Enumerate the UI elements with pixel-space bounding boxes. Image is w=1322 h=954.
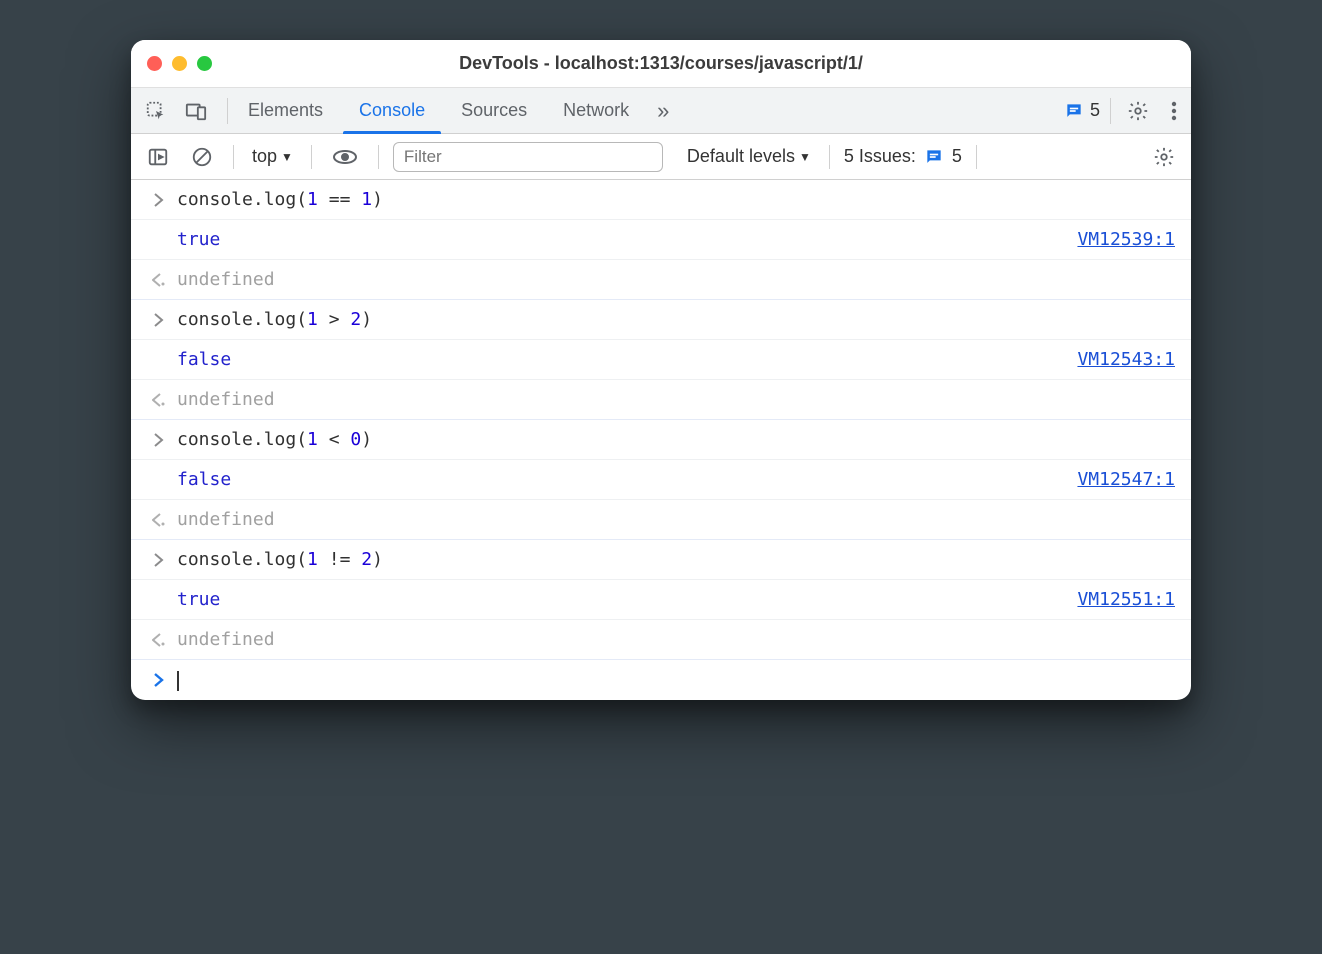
issues-count: 5: [952, 146, 962, 167]
chevron-down-icon: ▼: [281, 150, 293, 164]
log-levels-selector[interactable]: Default levels ▼: [683, 142, 815, 171]
return-arrow-icon: [147, 633, 171, 647]
messages-indicator[interactable]: 5: [1064, 100, 1100, 121]
window-title: DevTools - localhost:1313/courses/javasc…: [131, 53, 1191, 74]
tabbar-left-icons: [139, 94, 223, 128]
console-settings-icon[interactable]: [1147, 140, 1181, 174]
separator: [829, 145, 830, 169]
console-row-input: console.log(1 != 2): [131, 540, 1191, 580]
console-row-result: falseVM12543:1: [131, 340, 1191, 380]
source-link[interactable]: VM12539:1: [1077, 229, 1175, 250]
message-icon: [1064, 101, 1084, 121]
console-row-result: trueVM12539:1: [131, 220, 1191, 260]
row-content: console.log(1 != 2): [171, 549, 1175, 570]
row-content: console.log(1 == 1): [171, 189, 1175, 210]
console-row-result: falseVM12547:1: [131, 460, 1191, 500]
console-row-input: console.log(1 == 1): [131, 180, 1191, 220]
live-expression-icon[interactable]: [326, 140, 364, 174]
close-window-button[interactable]: [147, 56, 162, 71]
minimize-window-button[interactable]: [172, 56, 187, 71]
console-row-result: trueVM12551:1: [131, 580, 1191, 620]
console-toolbar: top ▼ Default levels ▼ 5 Issues: 5: [131, 134, 1191, 180]
tab-elements[interactable]: Elements: [232, 88, 339, 133]
tab-console[interactable]: Console: [343, 88, 441, 133]
return-arrow-icon: [147, 513, 171, 527]
tabs: Elements Console Sources Network »: [232, 88, 677, 133]
source-link[interactable]: VM12543:1: [1077, 349, 1175, 370]
console-prompt[interactable]: [131, 660, 1191, 700]
filter-input[interactable]: [393, 142, 663, 172]
console-row-return: undefined: [131, 260, 1191, 300]
message-icon: [924, 147, 944, 167]
maximize-window-button[interactable]: [197, 56, 212, 71]
chevron-down-icon: ▼: [799, 150, 811, 164]
row-content: true: [171, 229, 1077, 250]
inspect-icon[interactable]: [139, 94, 173, 128]
device-toolbar-icon[interactable]: [179, 94, 213, 128]
return-arrow-icon: [147, 273, 171, 287]
tabbar: Elements Console Sources Network » 5: [131, 88, 1191, 134]
traffic-lights: [147, 56, 212, 71]
tab-network[interactable]: Network: [547, 88, 645, 133]
issues-indicator[interactable]: 5 Issues: 5: [844, 146, 962, 167]
row-content: console.log(1 > 2): [171, 309, 1175, 330]
input-arrow-icon: [147, 433, 171, 447]
separator: [233, 145, 234, 169]
context-label: top: [252, 146, 277, 167]
row-content: undefined: [171, 269, 1175, 290]
row-content: true: [171, 589, 1077, 610]
console-row-return: undefined: [131, 500, 1191, 540]
issues-label: 5 Issues:: [844, 146, 916, 167]
sidebar-toggle-icon[interactable]: [141, 140, 175, 174]
separator: [311, 145, 312, 169]
prompt-input[interactable]: [171, 670, 1175, 691]
separator: [976, 145, 977, 169]
divider: [227, 98, 228, 124]
messages-count: 5: [1090, 100, 1100, 121]
source-link[interactable]: VM12547:1: [1077, 469, 1175, 490]
divider: [1110, 98, 1111, 124]
row-content: false: [171, 349, 1077, 370]
source-link[interactable]: VM12551:1: [1077, 589, 1175, 610]
console-row-return: undefined: [131, 620, 1191, 660]
console-output: console.log(1 == 1)trueVM12539:1undefine…: [131, 180, 1191, 700]
input-arrow-icon: [147, 193, 171, 207]
console-row-input: console.log(1 > 2): [131, 300, 1191, 340]
row-content: undefined: [171, 629, 1175, 650]
tab-sources[interactable]: Sources: [445, 88, 543, 133]
kebab-menu-icon[interactable]: [1165, 94, 1183, 128]
row-content: false: [171, 469, 1077, 490]
row-content: console.log(1 < 0): [171, 429, 1175, 450]
titlebar: DevTools - localhost:1313/courses/javasc…: [131, 40, 1191, 88]
levels-label: Default levels: [687, 146, 795, 167]
console-row-input: console.log(1 < 0): [131, 420, 1191, 460]
tabbar-right: 5: [1064, 94, 1183, 128]
prompt-arrow-icon: [147, 673, 171, 687]
row-content: undefined: [171, 509, 1175, 530]
clear-console-icon[interactable]: [185, 140, 219, 174]
more-tabs-button[interactable]: »: [649, 98, 677, 124]
settings-icon[interactable]: [1121, 94, 1155, 128]
input-arrow-icon: [147, 313, 171, 327]
devtools-window: DevTools - localhost:1313/courses/javasc…: [131, 40, 1191, 700]
separator: [378, 145, 379, 169]
context-selector[interactable]: top ▼: [248, 142, 297, 171]
input-arrow-icon: [147, 553, 171, 567]
return-arrow-icon: [147, 393, 171, 407]
console-row-return: undefined: [131, 380, 1191, 420]
row-content: undefined: [171, 389, 1175, 410]
